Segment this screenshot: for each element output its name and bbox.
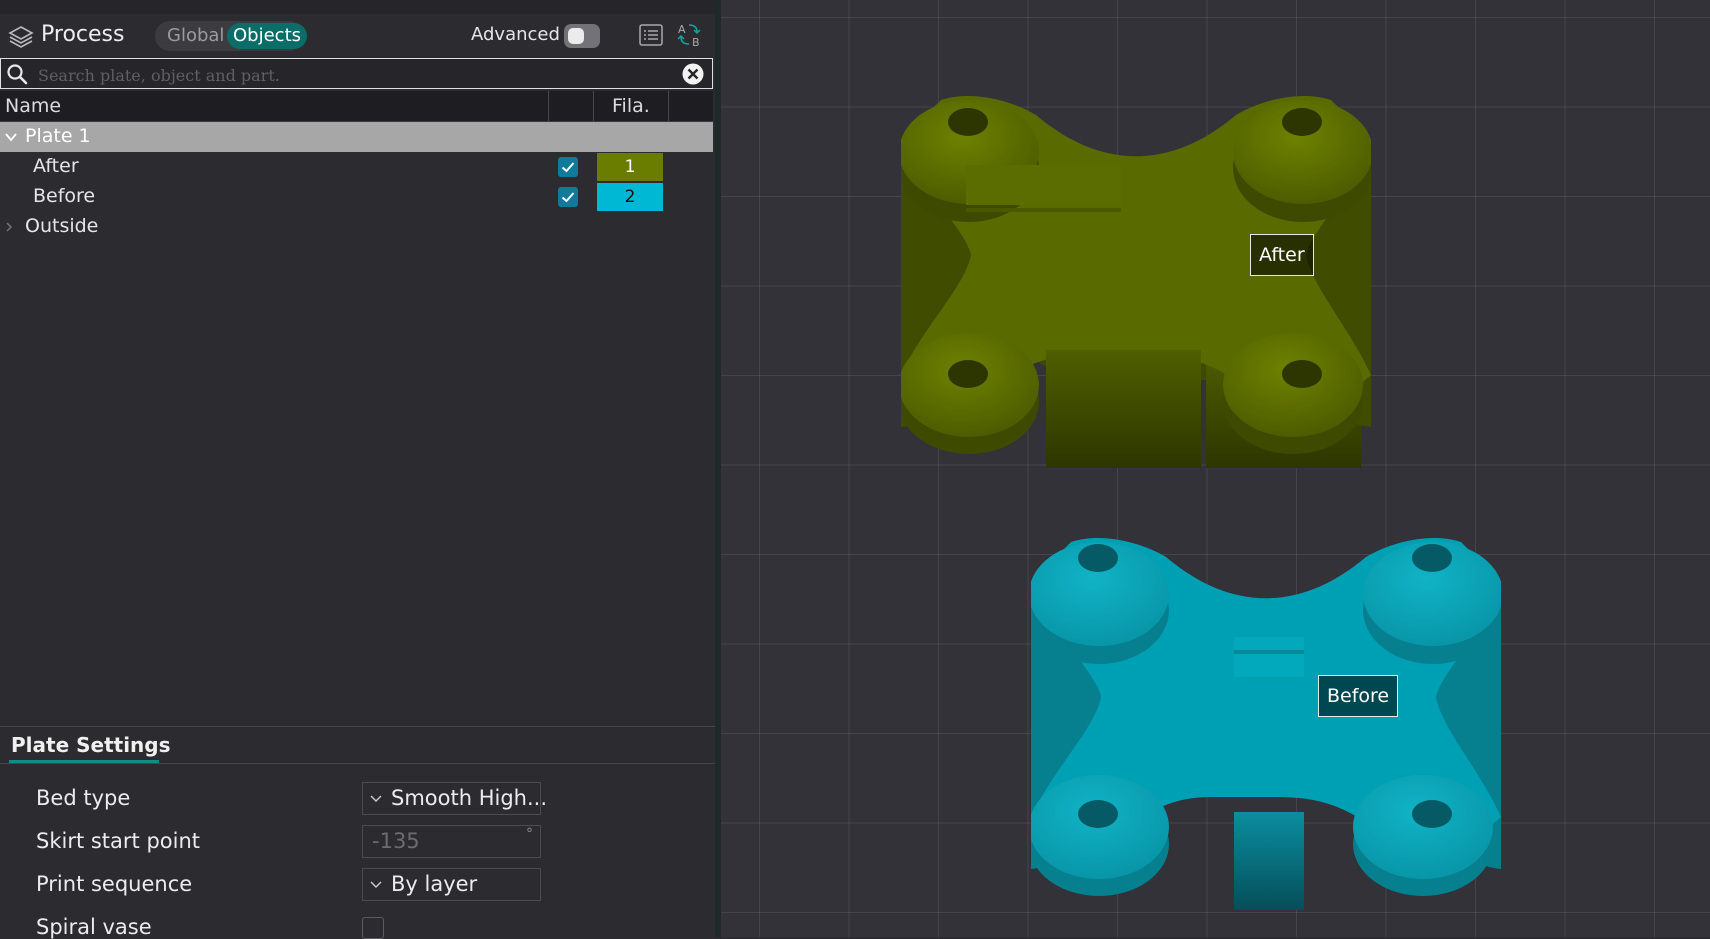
process-panel: Process Global Objects Advanced A B Sear… xyxy=(0,0,715,939)
column-separator xyxy=(668,91,669,121)
3d-viewport[interactable]: After Before xyxy=(721,0,1710,937)
tree-row-object[interactable]: After 1 xyxy=(0,152,713,182)
spiral-vase-label: Spiral vase xyxy=(36,915,152,939)
before-model[interactable] xyxy=(1031,522,1501,917)
after-model[interactable] xyxy=(901,80,1371,475)
search-input[interactable] xyxy=(36,62,670,88)
skirt-start-value: -135 xyxy=(372,829,420,853)
object-table-header: Name Fila. xyxy=(0,91,713,122)
chevron-down-icon[interactable] xyxy=(5,131,17,143)
layers-icon xyxy=(8,26,34,48)
column-filament[interactable]: Fila. xyxy=(612,95,650,117)
degree-unit: ° xyxy=(526,826,533,842)
print-sequence-label: Print sequence xyxy=(36,872,193,896)
search-bar xyxy=(0,58,713,89)
object-name: After xyxy=(33,155,79,177)
list-view-icon[interactable] xyxy=(636,20,666,50)
divider xyxy=(0,763,715,764)
panel-title: Process xyxy=(41,22,125,47)
after-model-label: After xyxy=(1250,234,1314,276)
bed-type-select[interactable]: Smooth High... xyxy=(362,782,547,815)
column-separator xyxy=(593,91,594,121)
tree-row-outside[interactable]: Outside xyxy=(0,212,713,242)
process-header: Process Global Objects Advanced A B xyxy=(0,14,715,58)
bed-type-value: Smooth High... xyxy=(391,786,547,810)
compare-ab-icon[interactable]: A B xyxy=(675,20,705,50)
clear-search-icon[interactable] xyxy=(681,62,705,86)
spiral-vase-checkbox[interactable] xyxy=(362,917,384,939)
column-name[interactable]: Name xyxy=(5,95,61,117)
tree-row-object[interactable]: Before 2 xyxy=(0,182,713,212)
advanced-toggle[interactable] xyxy=(564,24,600,48)
outside-label: Outside xyxy=(25,215,99,237)
visibility-checkbox[interactable] xyxy=(558,157,578,177)
tab-objects[interactable]: Objects xyxy=(227,23,308,49)
chevron-down-icon xyxy=(370,795,382,802)
filament-cell[interactable]: 2 xyxy=(597,183,663,211)
tab-global[interactable]: Global xyxy=(167,25,224,46)
print-sequence-select[interactable]: By layer xyxy=(362,868,541,901)
skirt-start-input[interactable]: -135 ° xyxy=(362,825,541,858)
before-model-label: Before xyxy=(1318,675,1399,717)
advanced-label: Advanced xyxy=(471,24,560,45)
filament-cell[interactable]: 1 xyxy=(597,153,663,181)
panel-top-strip xyxy=(0,0,715,14)
column-separator xyxy=(548,91,549,121)
visibility-checkbox[interactable] xyxy=(558,187,578,207)
bed-type-label: Bed type xyxy=(36,786,131,810)
object-name: Before xyxy=(33,185,96,207)
search-icon xyxy=(7,64,28,85)
skirt-start-label: Skirt start point xyxy=(36,829,201,853)
plate-settings-title[interactable]: Plate Settings xyxy=(11,733,171,757)
chevron-right-icon[interactable] xyxy=(4,221,14,233)
print-sequence-value: By layer xyxy=(391,872,478,896)
global-objects-switch: Global Objects xyxy=(155,21,308,51)
tree-row-plate[interactable]: Plate 1 xyxy=(0,122,713,152)
svg-text:A: A xyxy=(678,23,686,36)
toggle-knob xyxy=(568,28,584,44)
plate-label: Plate 1 xyxy=(25,125,91,147)
svg-text:B: B xyxy=(692,36,700,49)
divider xyxy=(0,726,715,727)
chevron-down-icon xyxy=(370,881,382,888)
